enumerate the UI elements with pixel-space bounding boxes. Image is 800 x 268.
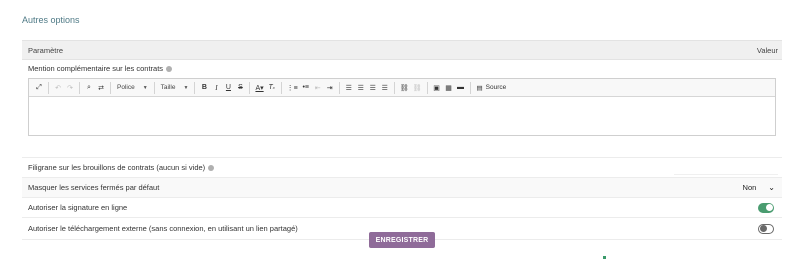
header-parameter: Paramètre	[28, 45, 64, 55]
underline-icon[interactable]: U	[222, 81, 234, 95]
toolbar-divider	[79, 81, 80, 94]
font-dropdown-label: Police	[117, 84, 135, 91]
watermark-row: Filigrane sur les brouillons de contrats…	[22, 158, 782, 178]
table-icon[interactable]: ▦	[443, 81, 455, 95]
hide-closed-row: Masquer les services fermés par défaut N…	[22, 178, 782, 198]
toolbar-divider	[110, 81, 111, 94]
toolbar-divider	[469, 81, 471, 94]
font-dropdown[interactable]: Police ▼	[114, 81, 151, 94]
toolbar-divider	[280, 81, 282, 94]
toggle-knob	[765, 204, 773, 211]
toolbar-divider	[194, 81, 196, 94]
align-right-icon[interactable]: ☰	[367, 81, 379, 95]
align-left-icon[interactable]: ☰	[343, 81, 355, 95]
save-button[interactable]: ENREGISTRER	[369, 232, 435, 248]
source-button[interactable]: ▤ Source	[474, 84, 510, 92]
align-center-icon[interactable]: ☰	[355, 81, 367, 95]
online-signature-row: Autoriser la signature en ligne	[22, 198, 782, 218]
source-icon: ▤	[476, 84, 483, 92]
maximize-icon[interactable]: ⤢	[33, 81, 45, 95]
mention-row: Mention complémentaire sur les contrats …	[22, 60, 782, 158]
watermark-input[interactable]	[674, 160, 778, 175]
toolbar-divider	[426, 81, 428, 94]
chevron-down-icon: ▼	[142, 84, 148, 91]
editor-toolbar: ⤢ ↶ ↷ ⌕ ⇄ Police ▼ Taille ▼ B I U S A▾ T…	[29, 79, 775, 97]
toolbar-divider	[153, 81, 155, 94]
table-header: Paramètre Valeur	[22, 40, 782, 60]
header-value: Valeur	[756, 45, 778, 55]
remove-format-icon[interactable]: Tx	[266, 81, 278, 95]
numbered-list-icon[interactable]: ⋮≡	[285, 81, 300, 95]
replace-icon[interactable]: ⇄	[95, 81, 107, 95]
align-justify-icon[interactable]: ☰	[379, 81, 391, 95]
editor-content[interactable]	[29, 97, 775, 135]
link-icon[interactable]: ⛓	[398, 81, 411, 95]
size-dropdown[interactable]: Taille ▼	[158, 81, 192, 94]
size-dropdown-label: Taille	[160, 84, 176, 91]
info-icon[interactable]	[166, 65, 173, 72]
mention-label: Mention complémentaire sur les contrats	[28, 64, 164, 73]
find-icon[interactable]: ⌕	[83, 81, 95, 95]
italic-icon[interactable]: I	[210, 81, 222, 95]
external-download-toggle[interactable]	[758, 223, 774, 234]
strikethrough-icon[interactable]: S	[234, 81, 246, 95]
hide-closed-label: Masquer les services fermés par défaut	[28, 183, 160, 192]
rich-text-editor: ⤢ ↶ ↷ ⌕ ⇄ Police ▼ Taille ▼ B I U S A▾ T…	[28, 78, 776, 136]
horizontal-rule-icon[interactable]: ▬	[455, 81, 467, 95]
toggle-knob	[759, 225, 767, 232]
settings-table: Paramètre Valeur Mention complémentaire …	[22, 40, 782, 240]
unlink-icon[interactable]: ⛓	[411, 81, 424, 95]
source-label: Source	[485, 84, 507, 91]
text-color-icon[interactable]: A▾	[253, 81, 265, 95]
toolbar-divider	[48, 81, 49, 94]
hide-closed-select[interactable]: Non ⌄	[743, 183, 778, 192]
online-signature-toggle[interactable]	[758, 202, 774, 213]
toolbar-divider	[393, 81, 395, 94]
external-download-label: Autoriser le téléchargement externe (san…	[28, 224, 298, 233]
hide-closed-value: Non	[742, 183, 757, 192]
image-icon[interactable]: ▣	[431, 81, 443, 95]
chevron-down-icon: ▼	[183, 84, 189, 91]
watermark-label: Filigrane sur les brouillons de contrats…	[28, 163, 206, 172]
section-title: Autres options	[22, 15, 80, 25]
chevron-down-icon: ⌄	[768, 183, 775, 192]
bold-icon[interactable]: B	[198, 81, 210, 95]
info-icon[interactable]	[208, 164, 215, 171]
undo-icon[interactable]: ↶	[52, 81, 64, 95]
online-signature-label: Autoriser la signature en ligne	[28, 203, 128, 212]
toolbar-divider	[338, 81, 340, 94]
indent-icon[interactable]: ⇥	[324, 81, 336, 95]
outdent-icon[interactable]: ⇤	[312, 81, 324, 95]
bulleted-list-icon[interactable]: •≡	[300, 81, 312, 95]
toolbar-divider	[249, 81, 251, 94]
status-dot	[603, 256, 606, 259]
redo-icon[interactable]: ↷	[64, 81, 76, 95]
